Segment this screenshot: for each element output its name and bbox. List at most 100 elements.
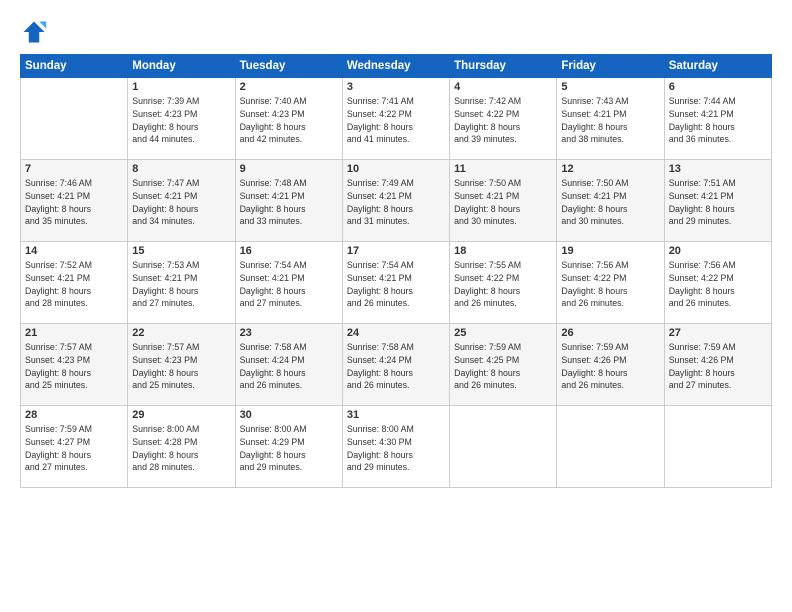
day-number: 27 xyxy=(669,327,767,339)
day-number: 30 xyxy=(240,409,338,421)
day-number: 18 xyxy=(454,245,552,257)
day-number: 17 xyxy=(347,245,445,257)
day-number: 19 xyxy=(561,245,659,257)
calendar-cell: 17 Sunrise: 7:54 AM Sunset: 4:21 PM Dayli… xyxy=(342,242,449,324)
day-number: 16 xyxy=(240,245,338,257)
calendar-cell: 7 Sunrise: 7:46 AM Sunset: 4:21 PM Daylig… xyxy=(21,160,128,242)
calendar-cell: 19 Sunrise: 7:56 AM Sunset: 4:22 PM Dayli… xyxy=(557,242,664,324)
day-info: Sunrise: 7:49 AM Sunset: 4:21 PM Dayligh… xyxy=(347,177,445,228)
day-number: 7 xyxy=(25,163,123,175)
day-info: Sunrise: 7:39 AM Sunset: 4:23 PM Dayligh… xyxy=(132,95,230,146)
week-row-2: 7 Sunrise: 7:46 AM Sunset: 4:21 PM Daylig… xyxy=(21,160,772,242)
day-header-wednesday: Wednesday xyxy=(342,55,449,78)
calendar-cell: 3 Sunrise: 7:41 AM Sunset: 4:22 PM Daylig… xyxy=(342,78,449,160)
day-number: 15 xyxy=(132,245,230,257)
day-number: 6 xyxy=(669,81,767,93)
day-info: Sunrise: 7:59 AM Sunset: 4:26 PM Dayligh… xyxy=(561,341,659,392)
day-header-thursday: Thursday xyxy=(450,55,557,78)
calendar-cell: 21Sunrise: 7:57 AM Sunset: 4:23 PM Dayli… xyxy=(21,324,128,406)
calendar-cell: 23 Sunrise: 7:58 AM Sunset: 4:24 PM Dayli… xyxy=(235,324,342,406)
header xyxy=(20,18,772,46)
calendar-cell: 18 Sunrise: 7:55 AM Sunset: 4:22 PM Dayli… xyxy=(450,242,557,324)
day-number: 13 xyxy=(669,163,767,175)
calendar-cell xyxy=(450,406,557,488)
day-number: 11 xyxy=(454,163,552,175)
calendar-cell xyxy=(21,78,128,160)
calendar-cell: 22Sunrise: 7:57 AM Sunset: 4:23 PM Dayli… xyxy=(128,324,235,406)
day-info: Sunrise: 7:41 AM Sunset: 4:22 PM Dayligh… xyxy=(347,95,445,146)
day-info: Sunrise: 7:46 AM Sunset: 4:21 PM Dayligh… xyxy=(25,177,123,228)
day-info: Sunrise: 7:58 AM Sunset: 4:24 PM Dayligh… xyxy=(347,341,445,392)
calendar-cell: 5Sunrise: 7:43 AM Sunset: 4:21 PM Daylig… xyxy=(557,78,664,160)
calendar-cell: 4 Sunrise: 7:42 AM Sunset: 4:22 PM Daylig… xyxy=(450,78,557,160)
day-info: Sunrise: 7:42 AM Sunset: 4:22 PM Dayligh… xyxy=(454,95,552,146)
day-number: 29 xyxy=(132,409,230,421)
day-number: 2 xyxy=(240,81,338,93)
day-number: 3 xyxy=(347,81,445,93)
day-number: 1 xyxy=(132,81,230,93)
day-number: 22 xyxy=(132,327,230,339)
calendar-cell: 20 Sunrise: 7:56 AM Sunset: 4:22 PM Dayli… xyxy=(664,242,771,324)
day-number: 23 xyxy=(240,327,338,339)
day-info: Sunrise: 7:47 AM Sunset: 4:21 PM Dayligh… xyxy=(132,177,230,228)
day-number: 28 xyxy=(25,409,123,421)
page: SundayMondayTuesdayWednesdayThursdayFrid… xyxy=(0,0,792,612)
day-info: Sunrise: 7:54 AM Sunset: 4:21 PM Dayligh… xyxy=(347,259,445,310)
day-number: 31 xyxy=(347,409,445,421)
calendar-cell: 26Sunrise: 7:59 AM Sunset: 4:26 PM Dayli… xyxy=(557,324,664,406)
day-info: Sunrise: 7:57 AM Sunset: 4:23 PM Dayligh… xyxy=(25,341,123,392)
day-number: 20 xyxy=(669,245,767,257)
calendar-cell: 13Sunrise: 7:51 AM Sunset: 4:21 PM Dayli… xyxy=(664,160,771,242)
day-info: Sunrise: 7:56 AM Sunset: 4:22 PM Dayligh… xyxy=(561,259,659,310)
day-info: Sunrise: 7:48 AM Sunset: 4:21 PM Dayligh… xyxy=(240,177,338,228)
day-info: Sunrise: 7:59 AM Sunset: 4:26 PM Dayligh… xyxy=(669,341,767,392)
calendar-cell: 10 Sunrise: 7:49 AM Sunset: 4:21 PM Dayli… xyxy=(342,160,449,242)
day-info: Sunrise: 7:59 AM Sunset: 4:25 PM Dayligh… xyxy=(454,341,552,392)
day-info: Sunrise: 7:56 AM Sunset: 4:22 PM Dayligh… xyxy=(669,259,767,310)
calendar-cell: 6Sunrise: 7:44 AM Sunset: 4:21 PM Daylig… xyxy=(664,78,771,160)
day-number: 4 xyxy=(454,81,552,93)
week-row-5: 28 Sunrise: 7:59 AM Sunset: 4:27 PM Dayli… xyxy=(21,406,772,488)
logo-icon xyxy=(20,18,48,46)
calendar-cell: 30Sunrise: 8:00 AM Sunset: 4:29 PM Dayli… xyxy=(235,406,342,488)
day-number: 5 xyxy=(561,81,659,93)
day-info: Sunrise: 7:54 AM Sunset: 4:21 PM Dayligh… xyxy=(240,259,338,310)
logo xyxy=(20,18,52,46)
day-number: 10 xyxy=(347,163,445,175)
calendar-cell: 25 Sunrise: 7:59 AM Sunset: 4:25 PM Dayli… xyxy=(450,324,557,406)
calendar-cell: 8 Sunrise: 7:47 AM Sunset: 4:21 PM Daylig… xyxy=(128,160,235,242)
day-number: 25 xyxy=(454,327,552,339)
days-header-row: SundayMondayTuesdayWednesdayThursdayFrid… xyxy=(21,55,772,78)
week-row-4: 21Sunrise: 7:57 AM Sunset: 4:23 PM Dayli… xyxy=(21,324,772,406)
day-header-tuesday: Tuesday xyxy=(235,55,342,78)
day-header-monday: Monday xyxy=(128,55,235,78)
calendar-cell xyxy=(664,406,771,488)
day-number: 14 xyxy=(25,245,123,257)
day-info: Sunrise: 7:50 AM Sunset: 4:21 PM Dayligh… xyxy=(454,177,552,228)
day-number: 24 xyxy=(347,327,445,339)
calendar-cell: 15Sunrise: 7:53 AM Sunset: 4:21 PM Dayli… xyxy=(128,242,235,324)
calendar-cell: 31 Sunrise: 8:00 AM Sunset: 4:30 PM Dayli… xyxy=(342,406,449,488)
day-info: Sunrise: 8:00 AM Sunset: 4:28 PM Dayligh… xyxy=(132,423,230,474)
calendar-cell: 9Sunrise: 7:48 AM Sunset: 4:21 PM Daylig… xyxy=(235,160,342,242)
day-info: Sunrise: 7:50 AM Sunset: 4:21 PM Dayligh… xyxy=(561,177,659,228)
calendar-cell: 14 Sunrise: 7:52 AM Sunset: 4:21 PM Dayli… xyxy=(21,242,128,324)
day-header-sunday: Sunday xyxy=(21,55,128,78)
day-info: Sunrise: 7:40 AM Sunset: 4:23 PM Dayligh… xyxy=(240,95,338,146)
calendar-cell: 29 Sunrise: 8:00 AM Sunset: 4:28 PM Dayli… xyxy=(128,406,235,488)
day-info: Sunrise: 7:58 AM Sunset: 4:24 PM Dayligh… xyxy=(240,341,338,392)
calendar-cell: 28 Sunrise: 7:59 AM Sunset: 4:27 PM Dayli… xyxy=(21,406,128,488)
calendar-cell: 16 Sunrise: 7:54 AM Sunset: 4:21 PM Dayli… xyxy=(235,242,342,324)
calendar-table: SundayMondayTuesdayWednesdayThursdayFrid… xyxy=(20,54,772,488)
week-row-3: 14 Sunrise: 7:52 AM Sunset: 4:21 PM Dayli… xyxy=(21,242,772,324)
day-info: Sunrise: 7:55 AM Sunset: 4:22 PM Dayligh… xyxy=(454,259,552,310)
day-number: 12 xyxy=(561,163,659,175)
week-row-1: 1 Sunrise: 7:39 AM Sunset: 4:23 PM Daylig… xyxy=(21,78,772,160)
day-info: Sunrise: 7:59 AM Sunset: 4:27 PM Dayligh… xyxy=(25,423,123,474)
calendar-cell: 2 Sunrise: 7:40 AM Sunset: 4:23 PM Daylig… xyxy=(235,78,342,160)
calendar-cell: 27 Sunrise: 7:59 AM Sunset: 4:26 PM Dayli… xyxy=(664,324,771,406)
day-number: 8 xyxy=(132,163,230,175)
calendar-cell: 12 Sunrise: 7:50 AM Sunset: 4:21 PM Dayli… xyxy=(557,160,664,242)
day-info: Sunrise: 7:52 AM Sunset: 4:21 PM Dayligh… xyxy=(25,259,123,310)
day-info: Sunrise: 8:00 AM Sunset: 4:30 PM Dayligh… xyxy=(347,423,445,474)
